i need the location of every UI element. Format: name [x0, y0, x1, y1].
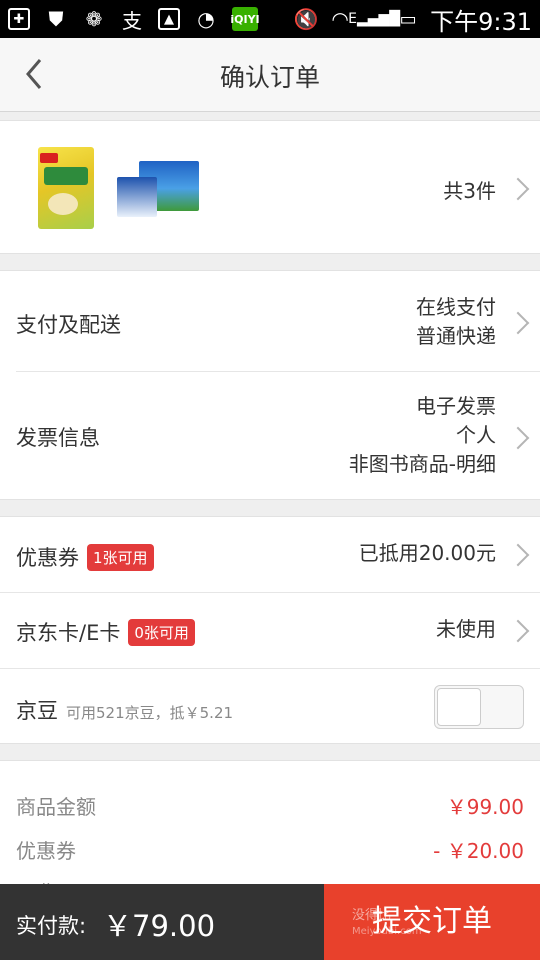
jdcard-badge: 0张可用 [128, 619, 195, 646]
items-amount-value: ￥99.00 [446, 795, 524, 819]
invoice-label: 发票信息 [16, 426, 100, 450]
chevron-right-icon [510, 426, 524, 450]
payment-delivery-row[interactable]: 支付及配送 在线支付 普通快递 [0, 271, 540, 371]
chevron-right-icon [510, 619, 524, 643]
checkout-bar: 实付款: ￥79.00 提交订单 [0, 884, 540, 960]
payment-delivery-label: 支付及配送 [16, 313, 121, 337]
product-count: 共3件 [443, 179, 496, 203]
chevron-right-icon [510, 311, 524, 335]
divider [0, 668, 540, 669]
shield-icon: ⛊ [48, 7, 64, 31]
coupon-discount-value: - ￥20.00 [433, 839, 524, 863]
items-amount-label: 商品金额 [16, 795, 96, 819]
invoice-title: 个人 [456, 423, 496, 447]
toggle-knob [437, 688, 481, 726]
clock-icon: ◔ [197, 7, 215, 31]
product-image-milk [117, 159, 201, 219]
coupon-badge: 1张可用 [87, 544, 154, 571]
product-list-row[interactable]: 共3件 [0, 120, 540, 254]
payment-method: 在线支付 [416, 295, 496, 319]
pay-label: 实付款: [16, 914, 87, 938]
status-bar: ✚ ⛊ ❁ 支 ▲ ◔ iQIYI 🔇 ◠ E ▂▄▆█ ▭ 下午9:31 [0, 0, 540, 38]
invoice-content: 非图书商品-明细 [348, 452, 496, 476]
delivery-method: 普通快递 [416, 324, 496, 348]
mute-icon: 🔇 [293, 7, 319, 31]
invoice-type: 电子发票 [416, 394, 496, 418]
iqiyi-icon: iQIYI [230, 7, 260, 31]
payment-invoice-card: 支付及配送 在线支付 普通快递 发票信息 电子发票 个人 非图书商品-明细 [0, 270, 540, 500]
nav-bar: 确认订单 [0, 38, 540, 112]
flower-icon: ❁ [85, 7, 103, 31]
jdcard-row[interactable]: 京东卡/E卡 0张可用 未使用 [0, 593, 540, 668]
status-time: 下午9:31 [430, 7, 532, 36]
product-image-snack [38, 147, 94, 229]
jdcard-label: 京东卡/E卡 [16, 621, 121, 645]
chevron-right-icon [510, 177, 524, 201]
plus-box-icon: ✚ [8, 8, 30, 30]
discount-card: 优惠券 1张可用 已抵用20.00元 京东卡/E卡 0张可用 未使用 京豆 可用521… [0, 516, 540, 744]
alipay-icon: 支 [122, 8, 142, 33]
coupon-label: 优惠券 [16, 546, 79, 570]
pay-amount: ￥79.00 [103, 909, 216, 943]
jingdou-label: 京豆 [16, 699, 58, 723]
battery-icon: ▭ [399, 8, 417, 30]
invoice-row[interactable]: 发票信息 电子发票 个人 非图书商品-明细 [0, 372, 540, 501]
submit-order-button[interactable]: 提交订单 [324, 884, 540, 960]
image-icon: ▲ [158, 8, 180, 30]
price-summary: 商品金额 ￥99.00 优惠券 - ￥20.00 运费 + ￥0.00 [0, 760, 540, 905]
signal-icon: E ▂▄▆█ [348, 11, 401, 27]
coupon-discount-label: 优惠券 [16, 839, 76, 863]
coupon-value: 已抵用20.00元 [358, 541, 496, 565]
chevron-right-icon [510, 543, 524, 567]
coupon-row[interactable]: 优惠券 1张可用 已抵用20.00元 [0, 517, 540, 592]
jingdou-hint: 可用521京豆，抵￥5.21 [66, 704, 234, 722]
jdcard-value: 未使用 [436, 617, 496, 641]
watermark-sub: Meiyoubi.com [352, 926, 422, 937]
jingdou-toggle[interactable] [434, 685, 524, 729]
page-title: 确认订单 [219, 63, 320, 92]
